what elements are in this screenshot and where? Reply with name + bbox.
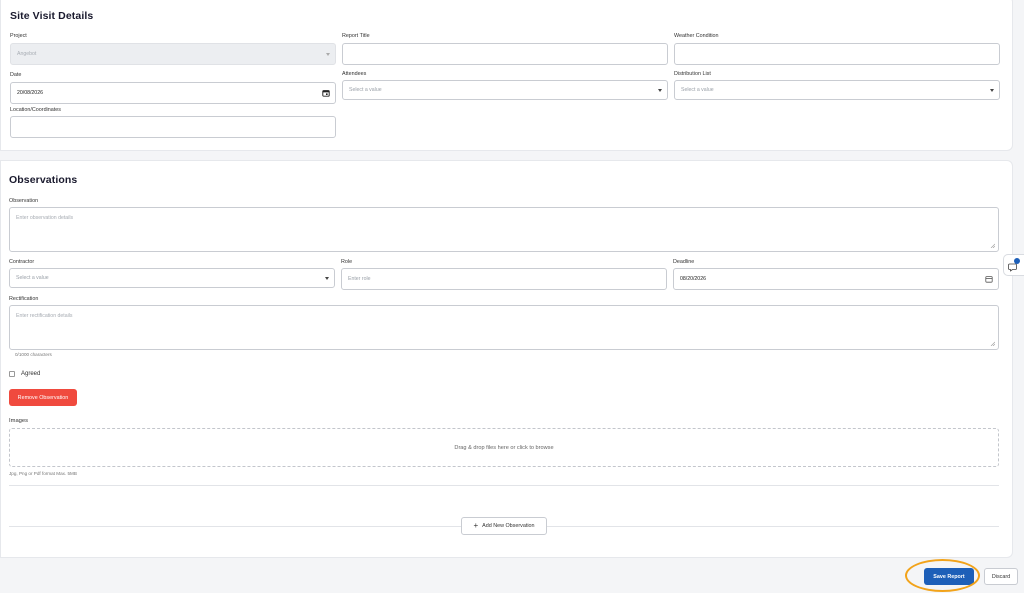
resize-handle-icon[interactable] xyxy=(990,243,995,248)
character-counter: 0/1000 characters xyxy=(15,352,52,357)
site-visit-title: Site Visit Details xyxy=(10,10,94,22)
contractor-select[interactable]: Select a value xyxy=(9,268,335,288)
images-label: Images xyxy=(9,418,29,424)
weather-input[interactable] xyxy=(674,43,1000,65)
observation-textarea[interactable]: Enter observation details xyxy=(9,207,999,252)
rectification-textarea[interactable]: Enter rectification details xyxy=(9,305,999,350)
attendees-placeholder: Select a value xyxy=(349,87,382,93)
attendees-select[interactable]: Select a value xyxy=(342,80,668,100)
contractor-placeholder: Select a value xyxy=(16,275,49,281)
rectification-placeholder: Enter rectification details xyxy=(16,313,73,319)
remove-observation-button[interactable]: Remove Observation xyxy=(9,389,77,406)
report-title-input[interactable] xyxy=(342,43,668,65)
date-value: 20/08/2026 xyxy=(17,90,43,96)
plus-icon: + xyxy=(473,521,479,530)
calendar-icon[interactable] xyxy=(985,275,993,283)
chevron-down-icon xyxy=(990,88,994,92)
role-label: Role xyxy=(341,259,353,265)
project-select: Angebot xyxy=(10,43,336,65)
add-observation-button[interactable]: + Add New Observation xyxy=(461,517,547,535)
observation-placeholder: Enter observation details xyxy=(16,215,74,221)
notification-badge xyxy=(1014,258,1020,264)
distribution-list-placeholder: Select a value xyxy=(681,87,714,93)
deadline-label: Deadline xyxy=(673,259,695,265)
deadline-value: 08/20/2026 xyxy=(680,276,706,282)
date-input[interactable]: 20/08/2026 xyxy=(10,82,336,104)
project-value: Angebot xyxy=(17,51,37,57)
save-report-button[interactable]: Save Report xyxy=(924,568,974,585)
deadline-input[interactable]: 08/20/2026 xyxy=(673,268,999,290)
dropzone-text: Drag & drop files here or click to brows… xyxy=(454,444,554,451)
add-observation-label: Add New Observation xyxy=(482,523,535,529)
agreed-checkbox[interactable] xyxy=(9,371,15,377)
resize-handle-icon[interactable] xyxy=(990,341,995,346)
rectification-label: Rectification xyxy=(9,296,39,302)
chevron-down-icon xyxy=(658,88,662,92)
feedback-widget[interactable] xyxy=(1003,254,1024,276)
chevron-down-icon xyxy=(325,276,329,280)
location-input[interactable] xyxy=(10,116,336,138)
location-label: Location/Coordinates xyxy=(10,107,61,113)
date-label: Date xyxy=(10,72,22,78)
distribution-list-select[interactable]: Select a value xyxy=(674,80,1000,100)
discard-button[interactable]: Discard xyxy=(984,568,1018,585)
weather-label: Weather Condition xyxy=(674,33,719,39)
site-visit-card: Site Visit Details Project Angebot Repor… xyxy=(0,0,1013,151)
file-format-hint: Jpg, Png or Pdf format Max. 5MB xyxy=(9,471,77,476)
role-placeholder: Enter role xyxy=(348,276,371,282)
image-dropzone[interactable]: Drag & drop files here or click to brows… xyxy=(9,428,999,467)
attendees-label: Attendees xyxy=(342,71,367,77)
divider xyxy=(9,485,999,486)
role-input[interactable]: Enter role xyxy=(341,268,667,290)
report-title-label: Report Title xyxy=(342,33,370,39)
chevron-down-icon xyxy=(326,52,330,56)
agreed-label: Agreed xyxy=(21,371,41,377)
observations-title: Observations xyxy=(9,174,78,186)
distribution-list-label: Distribution List xyxy=(674,71,711,77)
calendar-icon[interactable] xyxy=(322,89,330,97)
contractor-label: Contractor xyxy=(9,259,35,265)
project-label: Project xyxy=(10,33,27,39)
observation-label: Observation xyxy=(9,198,39,204)
